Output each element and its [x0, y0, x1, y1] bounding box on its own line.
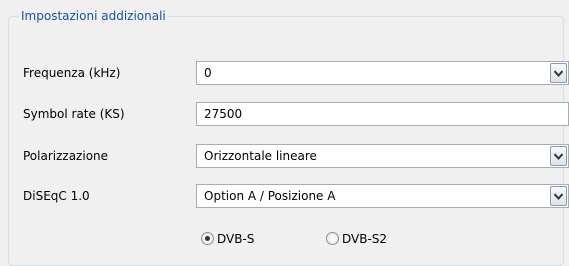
diseqc-dropdown-button[interactable]: [550, 186, 567, 206]
polarization-select[interactable]: Orizzontale lineare: [196, 144, 569, 168]
symbol-rate-label: Symbol rate (KS): [23, 107, 125, 121]
diseqc-label: DiSEqC 1.0: [23, 189, 90, 203]
group-title: Impostazioni addizionali: [19, 8, 168, 24]
chevron-down-icon: [554, 153, 563, 160]
radio-label-dvb-s[interactable]: DVB-S: [217, 231, 254, 247]
chevron-down-icon: [554, 193, 563, 200]
radio-circle-dvb-s2[interactable]: [326, 232, 339, 245]
frequency-dropdown-button[interactable]: [550, 63, 567, 83]
chevron-down-icon: [554, 70, 563, 77]
radio-label-dvb-s2[interactable]: DVB-S2: [342, 231, 387, 247]
polarization-dropdown-button[interactable]: [550, 146, 567, 166]
frequency-value: 0: [204, 66, 212, 80]
radio-selected-dot: [205, 236, 210, 241]
frequency-label: Frequenza (kHz): [23, 66, 121, 80]
symbol-rate-input[interactable]: [197, 103, 568, 125]
polarization-label: Polarizzazione: [23, 149, 109, 163]
symbol-rate-field[interactable]: [196, 102, 569, 126]
frequency-select[interactable]: 0: [196, 61, 569, 85]
diseqc-select[interactable]: Option A / Posizione A: [196, 184, 569, 208]
radio-circle-dvb-s[interactable]: [201, 232, 214, 245]
additional-settings-group: [8, 16, 564, 266]
diseqc-value: Option A / Posizione A: [204, 189, 336, 203]
polarization-value: Orizzontale lineare: [204, 149, 317, 163]
